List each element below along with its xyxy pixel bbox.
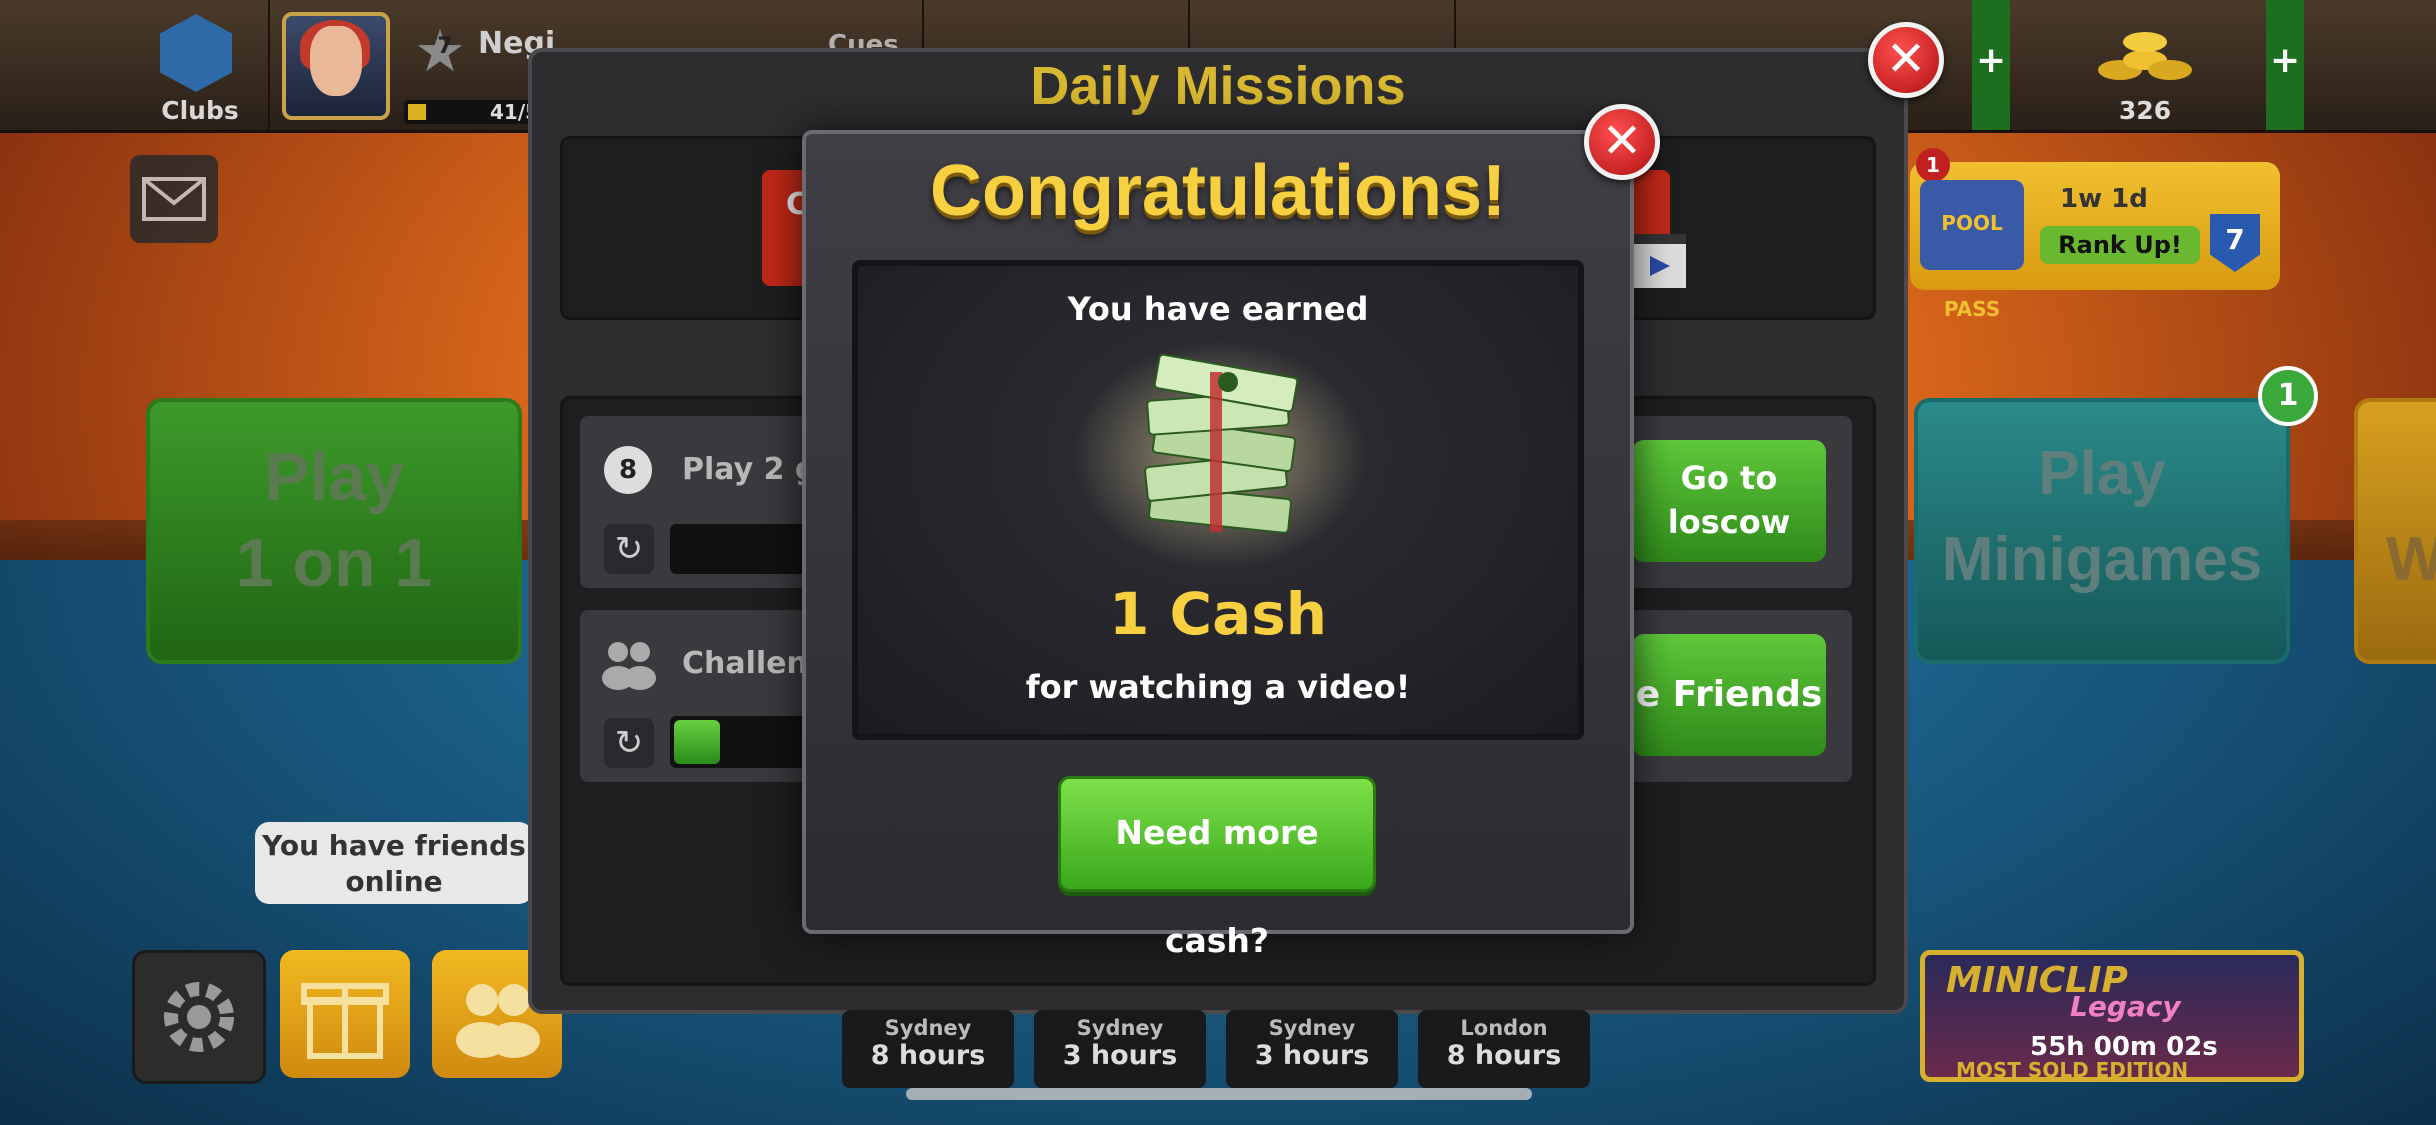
timer-city: London bbox=[1460, 1016, 1548, 1040]
pool-pass-timer: 1w 1d bbox=[2060, 184, 2148, 214]
reward-amount: 1 Cash bbox=[1108, 580, 1328, 648]
friends-online-tooltip: You have friends online bbox=[255, 822, 533, 904]
timer-box[interactable]: Sydney 8 hours bbox=[842, 1010, 1014, 1088]
add-coins-icon[interactable]: + bbox=[2270, 40, 2300, 81]
coins-icon bbox=[2098, 32, 2192, 80]
mission-1-button-line2: loscow bbox=[1667, 503, 1791, 541]
pool-pass-logo: POOL PASS bbox=[1920, 180, 2024, 321]
reward-reason: for watching a video! bbox=[1025, 668, 1411, 706]
congratulations-close-button[interactable]: ✕ bbox=[1584, 104, 1660, 180]
gift-icon bbox=[301, 983, 389, 1059]
add-cash-icon[interactable]: + bbox=[1976, 40, 2006, 81]
mission-2-refresh-icon[interactable]: ↻ bbox=[604, 718, 654, 768]
pool-pass-badge: 1 bbox=[1916, 148, 1950, 182]
versus-friends-icon bbox=[602, 642, 656, 690]
timer-value: 8 hours bbox=[870, 1040, 986, 1071]
video-clapper-icon bbox=[1630, 234, 1686, 288]
timer-box[interactable]: London 8 hours bbox=[1418, 1010, 1590, 1088]
mission-1-go-button[interactable]: Go to loscow bbox=[1632, 440, 1826, 562]
timers-row: Sydney 8 hours Sydney 3 hours Sydney 3 hour… bbox=[842, 1010, 1590, 1088]
timer-city: Sydney bbox=[1268, 1016, 1356, 1040]
mail-icon bbox=[142, 177, 206, 221]
xp-bar-fill bbox=[408, 104, 426, 120]
timer-value: 8 hours bbox=[1446, 1040, 1562, 1071]
home-indicator[interactable] bbox=[906, 1088, 1532, 1100]
clubs-label[interactable]: Clubs bbox=[150, 96, 250, 125]
timer-value: 3 hours bbox=[1062, 1040, 1178, 1071]
mission-2-progress-fill bbox=[674, 720, 720, 764]
timer-value: 3 hours bbox=[1254, 1040, 1370, 1071]
coin-count: 326 bbox=[2118, 96, 2172, 125]
timer-city: Sydney bbox=[1076, 1016, 1164, 1040]
daily-missions-close-button[interactable]: ✕ bbox=[1868, 22, 1944, 98]
mail-button[interactable] bbox=[130, 155, 218, 243]
mission-1-refresh-icon[interactable]: ↻ bbox=[604, 524, 654, 574]
mission-1-progress-bar bbox=[670, 524, 810, 574]
mission-2-invite-button[interactable]: e Friends bbox=[1632, 634, 1826, 756]
minigames-badge: 1 bbox=[2258, 366, 2318, 426]
gift-button[interactable] bbox=[280, 950, 410, 1078]
minigames-line1: Play bbox=[2038, 439, 2166, 508]
timer-box[interactable]: Sydney 3 hours bbox=[1226, 1010, 1398, 1088]
player-level: 7 bbox=[437, 34, 453, 59]
need-more-cash-button[interactable]: Need more cash? bbox=[1058, 776, 1376, 960]
avatar-face-graphic bbox=[310, 26, 362, 96]
mission-1-label: Play 2 g bbox=[682, 452, 817, 487]
miniclip-edition: MOST SOLD EDITION bbox=[1956, 1058, 2189, 1082]
play-1on1-line1: Play bbox=[264, 439, 404, 515]
miniclip-subtitle: Legacy bbox=[2070, 990, 2181, 1023]
tooltip-line2: online bbox=[345, 865, 443, 898]
cash-stack-icon bbox=[1144, 353, 1299, 534]
timer-box[interactable]: Sydney 3 hours bbox=[1034, 1010, 1206, 1088]
rank-up-label[interactable]: Rank Up! bbox=[2040, 226, 2200, 264]
play-1on1-line2: 1 on 1 bbox=[235, 525, 433, 601]
daily-missions-title: Daily Missions bbox=[1030, 56, 1406, 116]
congratulations-title: Congratulations! bbox=[930, 151, 1506, 231]
timer-city: Sydney bbox=[884, 1016, 972, 1040]
partial-tile-text: W bbox=[2386, 525, 2436, 594]
minigames-line2: Minigames bbox=[1941, 525, 2263, 594]
tooltip-line1: You have friends bbox=[262, 829, 526, 862]
earned-text: You have earned bbox=[1067, 290, 1369, 328]
eight-ball-icon: 8 bbox=[604, 446, 652, 494]
settings-button[interactable] bbox=[132, 950, 266, 1084]
gear-icon bbox=[164, 982, 234, 1052]
mission-1-button-line1: Go to bbox=[1680, 459, 1778, 497]
